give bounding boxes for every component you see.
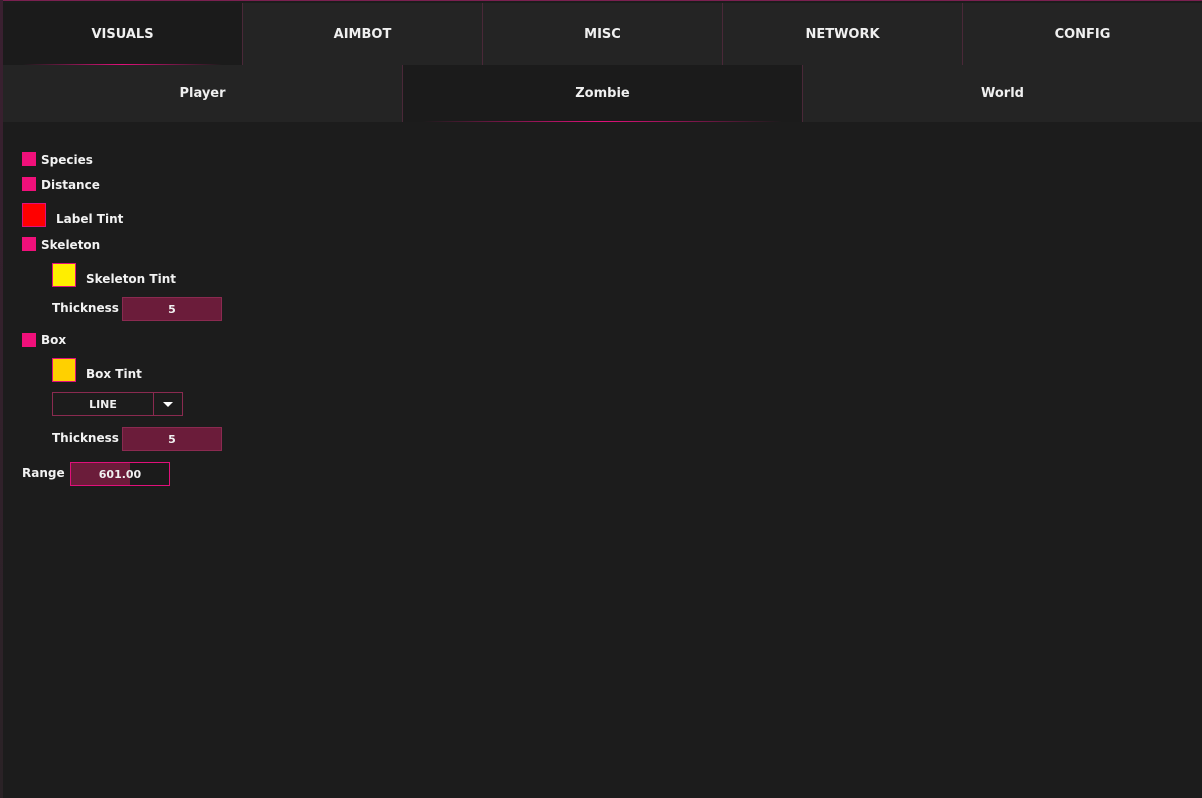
skeleton-thickness-value: 5	[168, 302, 176, 316]
tab-misc[interactable]: MISC	[482, 3, 722, 65]
skeleton-tint-label: Skeleton Tint	[86, 272, 176, 286]
box-style-dropdown[interactable]: LINE	[52, 392, 183, 416]
box-style-value: LINE	[53, 393, 154, 415]
box-thickness-value: 5	[168, 432, 176, 446]
main-tab-bar: VISUALS AIMBOT MISC NETWORK CONFIG	[3, 3, 1202, 65]
skeleton-checkbox[interactable]	[22, 237, 36, 251]
skeleton-label: Skeleton	[41, 238, 101, 252]
range-slider[interactable]: 601.00	[70, 462, 170, 486]
tab-config[interactable]: CONFIG	[962, 3, 1202, 65]
box-tint-swatch[interactable]	[52, 358, 76, 382]
skeleton-thickness-label: Thickness	[52, 301, 119, 315]
menu-window: VISUALS AIMBOT MISC NETWORK CONFIG Playe…	[0, 0, 1202, 798]
box-checkbox[interactable]	[22, 333, 36, 347]
range-label: Range	[22, 466, 65, 480]
distance-checkbox[interactable]	[22, 177, 36, 191]
tab-visuals[interactable]: VISUALS	[3, 3, 242, 65]
label-tint-label: Label Tint	[56, 212, 124, 226]
distance-label: Distance	[41, 178, 100, 192]
box-thickness-slider[interactable]: 5	[122, 427, 222, 451]
species-label: Species	[41, 153, 93, 167]
label-tint-swatch[interactable]	[22, 203, 46, 227]
sub-tab-bar: Player Zombie World	[3, 65, 1202, 122]
skeleton-thickness-slider[interactable]: 5	[122, 297, 222, 321]
skeleton-tint-swatch[interactable]	[52, 263, 76, 287]
box-label: Box	[41, 333, 67, 347]
subtab-player[interactable]: Player	[3, 65, 402, 122]
box-tint-label: Box Tint	[86, 367, 142, 381]
subtab-zombie[interactable]: Zombie	[402, 65, 802, 122]
zombie-visuals-panel: Species Distance Label Tint Skeleton Ske…	[0, 122, 1202, 798]
box-thickness-label: Thickness	[52, 431, 119, 445]
species-checkbox[interactable]	[22, 152, 36, 166]
range-value: 601.00	[98, 467, 142, 481]
tab-network[interactable]: NETWORK	[722, 3, 962, 65]
subtab-world[interactable]: World	[802, 65, 1202, 122]
chevron-down-icon[interactable]	[154, 393, 182, 415]
tab-aimbot[interactable]: AIMBOT	[242, 3, 482, 65]
